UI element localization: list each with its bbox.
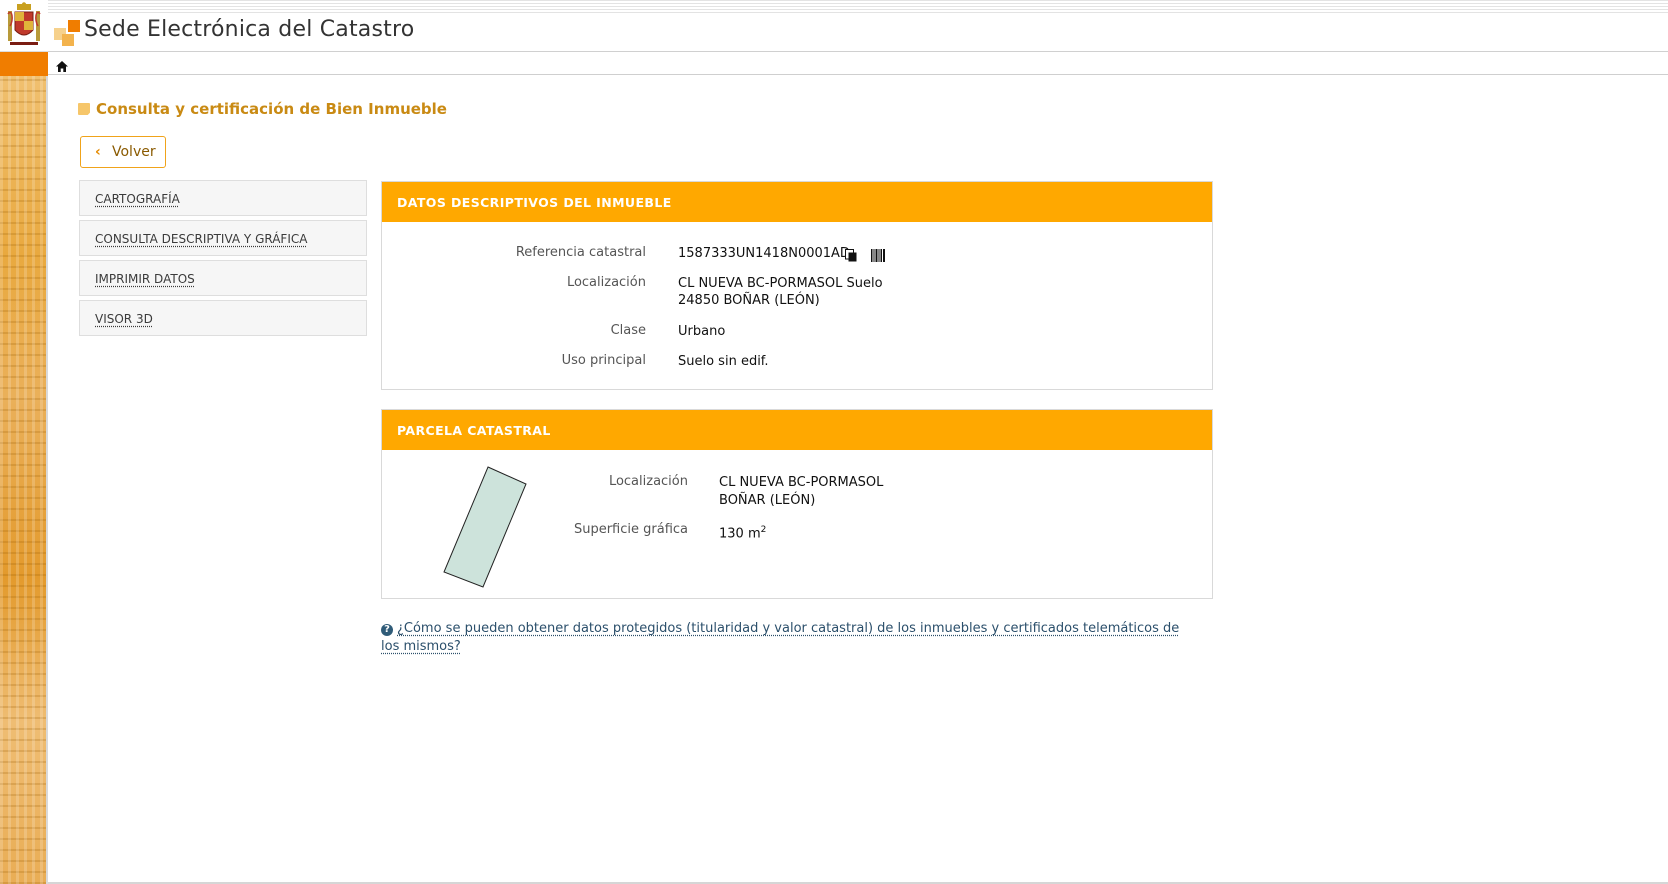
site-title[interactable]: Sede Electrónica del Catastro: [84, 17, 414, 42]
localizacion-line2: 24850 BOÑAR (LEÓN): [678, 293, 820, 308]
menu-item-label: CONSULTA DESCRIPTIVA Y GRÁFICA: [95, 232, 308, 246]
nav-bar: [48, 52, 1668, 75]
clase-label: Clase: [610, 323, 646, 338]
back-button-label: Volver: [112, 144, 156, 160]
panel-title: DATOS DESCRIPTIVOS DEL INMUEBLE: [397, 195, 672, 210]
catastro-logo-icon: [54, 20, 80, 46]
menu-item-label: CARTOGRAFÍA: [95, 192, 180, 206]
parcela-localizacion-line1: CL NUEVA BC-PORMASOL: [719, 475, 884, 490]
superficie-number: 130 m: [719, 526, 761, 542]
superficie-label: Superficie gráfica: [573, 522, 688, 537]
referencia-label: Referencia catastral: [515, 245, 646, 260]
panel-header: DATOS DESCRIPTIVOS DEL INMUEBLE: [382, 182, 1212, 222]
referencia-value[interactable]: 1587333UN1418N0001AD: [678, 245, 850, 262]
coat-of-arms-logo: [0, 0, 48, 52]
header-top-stripes: [48, 0, 1668, 14]
localizacion-line1: CL NUEVA BC-PORMASOL Suelo: [678, 276, 883, 291]
question-circle-icon: ?: [381, 624, 393, 636]
page-title-text: Consulta y certificación de Bien Inmuebl…: [96, 100, 447, 118]
menu-item-label: VISOR 3D: [95, 312, 153, 326]
menu-item-cartografia[interactable]: CARTOGRAFÍA: [79, 180, 367, 216]
datos-protegidos-link[interactable]: ¿Cómo se pueden obtener datos protegidos…: [381, 621, 1179, 654]
copy-icon[interactable]: [845, 247, 857, 266]
parcela-catastral-panel: PARCELA CATASTRAL Localización CL NUEVA …: [381, 409, 1213, 599]
menu-item-imprimir-datos[interactable]: IMPRIMIR DATOS: [79, 260, 367, 296]
decorative-side-banner: [0, 76, 48, 884]
parcel-map-thumbnail[interactable]: [442, 465, 528, 595]
chevron-left-icon: ‹: [95, 144, 101, 160]
superficie-unit-superscript: 2: [760, 525, 767, 535]
site-header: Sede Electrónica del Catastro: [48, 14, 1668, 52]
superficie-value: 130 m2: [719, 522, 766, 542]
menu-item-visor-3d[interactable]: VISOR 3D: [79, 300, 367, 336]
back-button[interactable]: ‹ Volver: [80, 136, 166, 168]
barcode-icon[interactable]: [871, 247, 885, 266]
clase-value: Urbano: [678, 324, 726, 339]
info-link-container: ? ¿Cómo se pueden obtener datos protegido…: [381, 620, 1201, 656]
parcela-localizacion-line2: BOÑAR (LEÓN): [719, 493, 816, 508]
parcela-localizacion-label: Localización: [608, 474, 688, 489]
menu-item-consulta-descriptiva[interactable]: CONSULTA DESCRIPTIVA Y GRÁFICA: [79, 220, 367, 256]
home-icon[interactable]: [56, 57, 68, 76]
uso-principal-value: Suelo sin edif.: [678, 354, 769, 369]
panel-title: PARCELA CATASTRAL: [397, 423, 551, 438]
header-accent-tab: [0, 52, 48, 76]
localizacion-label: Localización: [566, 275, 646, 290]
uso-principal-label: Uso principal: [561, 353, 646, 368]
menu-item-label: IMPRIMIR DATOS: [95, 272, 195, 286]
note-icon: [78, 103, 90, 115]
panel-header: PARCELA CATASTRAL: [382, 410, 1212, 450]
datos-descriptivos-panel: DATOS DESCRIPTIVOS DEL INMUEBLE Referenc…: [381, 181, 1213, 390]
